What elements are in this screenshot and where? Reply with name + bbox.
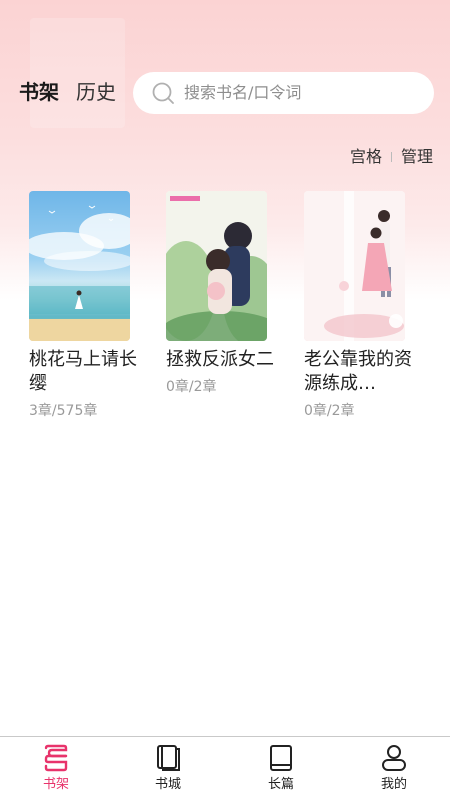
grid-view-button[interactable]: 宫格: [350, 147, 382, 167]
book-cover-image[interactable]: [304, 191, 405, 341]
book-store-icon: [157, 745, 180, 771]
book-progress: 0章/2章: [166, 379, 217, 395]
shelf-actions: 宫格 管理: [350, 146, 433, 166]
bottom-tab-bar: 书架 书城 长篇 我的: [0, 736, 450, 800]
cover-illustration: [29, 205, 130, 341]
search-bar[interactable]: 搜索书名/口令词: [133, 72, 434, 114]
tab-bar-label: 书架: [42, 777, 69, 792]
tab-bar-label: 书城: [154, 777, 181, 792]
tab-bar-longform[interactable]: 长篇: [225, 737, 337, 800]
search-placeholder: 搜索书名/口令词: [184, 83, 302, 102]
top-header: 书架 历史 搜索书名/口令词: [0, 70, 450, 114]
tab-bookshelf[interactable]: 书架: [19, 80, 59, 104]
book-title[interactable]: 老公靠我的资源练成…: [304, 348, 416, 396]
tab-history[interactable]: 历史: [76, 80, 116, 104]
tab-bar-label: 我的: [380, 777, 407, 792]
book-card[interactable]: 老公靠我的资源练成… 0章/2章: [304, 191, 412, 420]
book-icon: [270, 745, 292, 771]
book-title[interactable]: 拯救反派女二: [166, 348, 278, 372]
tab-bar-profile[interactable]: 我的: [338, 737, 450, 800]
tab-bar-label: 长篇: [267, 777, 294, 792]
cover-illustration: [166, 191, 267, 341]
user-icon: [382, 745, 406, 771]
cover-illustration: [304, 191, 405, 341]
book-card[interactable]: 拯救反派女二 0章/2章: [166, 191, 274, 396]
tab-bar-bookstore[interactable]: 书城: [112, 737, 224, 800]
manage-button[interactable]: 管理: [401, 147, 433, 167]
book-title[interactable]: 桃花马上请长缨: [29, 348, 141, 396]
book-cover-image[interactable]: [29, 191, 130, 341]
book-progress: 0章/2章: [304, 403, 355, 419]
divider: [390, 151, 392, 162]
search-icon: [152, 82, 174, 104]
bookshelf-icon: [44, 744, 68, 772]
book-progress: 3章/575章: [29, 403, 98, 419]
tab-bar-bookshelf[interactable]: 书架: [0, 737, 112, 800]
book-cover-image[interactable]: [166, 191, 267, 341]
book-card[interactable]: 桃花马上请长缨 3章/575章: [29, 191, 137, 420]
